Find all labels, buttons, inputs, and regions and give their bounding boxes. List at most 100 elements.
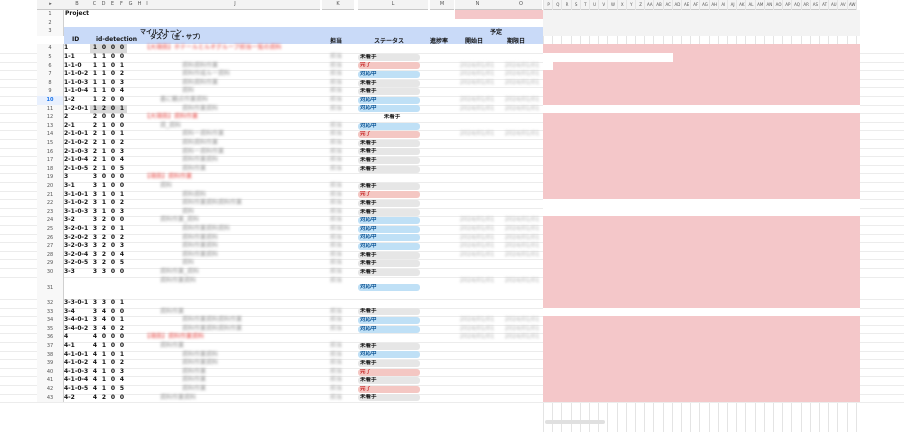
status-dropdown[interactable]: 対応中 (358, 316, 420, 324)
gantt-row[interactable] (543, 164, 860, 174)
column-header-f[interactable]: F (117, 0, 126, 10)
end-date[interactable]: 2024/01/01 (502, 234, 542, 243)
row-number[interactable]: 21 (37, 190, 64, 200)
end-date[interactable]: 2024/01/01 (502, 277, 542, 299)
task-name[interactable] (160, 53, 330, 62)
start-date[interactable]: 2024/01/01 (457, 79, 497, 88)
row-number[interactable]: 26 (37, 233, 64, 243)
row-number[interactable]: 37 (37, 341, 64, 351)
assignee[interactable]: 担当 (322, 70, 350, 79)
end-date[interactable]: 2024/01/01 (502, 105, 542, 114)
assignee[interactable]: 担当 (322, 148, 350, 157)
gantt-row[interactable] (543, 182, 860, 191)
gantt-row[interactable] (543, 130, 860, 139)
assignee[interactable]: 担当 (322, 165, 350, 174)
row-id[interactable]: 4-1-0-4 (64, 376, 88, 385)
id-detection-cell[interactable]: 4 (117, 376, 127, 385)
task-name[interactable]: 【項目】資料作業資料 (144, 333, 319, 342)
end-date[interactable]: 2024/01/01 (502, 333, 542, 342)
id-detection-cell[interactable]: 2 (117, 234, 127, 243)
row-id[interactable]: 4-1-0-5 (64, 385, 88, 394)
row-number[interactable]: 17 (37, 156, 64, 165)
status-dropdown[interactable]: 未着手 (358, 394, 420, 402)
id-detection-cell[interactable]: 5 (117, 165, 127, 174)
assignee[interactable]: 担当 (322, 259, 350, 268)
row-id[interactable]: 1-1-0-4 (64, 87, 88, 96)
row-number[interactable]: 35 (37, 324, 64, 334)
row-id[interactable]: 4-1-0-2 (64, 359, 88, 368)
gantt-row[interactable] (543, 96, 860, 105)
row-id[interactable]: 3-1-0-2 (64, 199, 88, 208)
gantt-row[interactable] (543, 121, 860, 131)
end-date[interactable]: 2024/01/01 (502, 316, 542, 325)
column-header-▸[interactable]: ▸ (37, 0, 64, 10)
gantt-row[interactable] (543, 333, 860, 342)
status-dropdown[interactable]: 対応中 (358, 96, 420, 104)
row-id[interactable]: 3-4-0-2 (64, 325, 88, 334)
end-date[interactable]: 2024/01/01 (502, 325, 542, 334)
assignee[interactable]: 担当 (322, 251, 350, 260)
row-id[interactable]: 3-3 (64, 268, 88, 277)
gantt-row[interactable] (543, 78, 860, 88)
assignee[interactable]: 担当 (322, 182, 350, 191)
row-id[interactable]: 3-2-0-3 (64, 242, 88, 251)
row-number[interactable]: 3 (37, 27, 64, 36)
status-dropdown[interactable]: 未着手 (358, 79, 420, 87)
row-id[interactable]: 3-4-0-1 (64, 316, 88, 325)
id-detection-cell[interactable]: 2 (117, 359, 127, 368)
row-id[interactable]: 2-1-0-1 (64, 130, 88, 139)
status-dropdown[interactable]: 対応中 (358, 122, 420, 130)
task-name[interactable]: 【大項目】ホテールとルオグループ担当一覧の資料 (144, 44, 319, 53)
assignee[interactable]: 担当 (322, 277, 350, 299)
row-number[interactable]: 18 (37, 164, 64, 174)
assignee[interactable]: 担当 (322, 268, 350, 277)
status-dropdown[interactable]: 未着手 (358, 260, 420, 268)
gantt-row[interactable] (543, 350, 860, 360)
horizontal-scrollbar[interactable] (545, 420, 605, 424)
start-date[interactable]: 2024/01/01 (457, 96, 497, 105)
row-id[interactable]: 2 (64, 113, 88, 122)
start-date[interactable]: 2024/01/01 (457, 62, 497, 71)
id-detection-cell[interactable]: 2 (117, 199, 127, 208)
id-detection-cell[interactable]: 1 (117, 299, 127, 308)
start-date[interactable]: 2024/01/01 (457, 325, 497, 334)
gantt-row[interactable] (543, 324, 860, 334)
row-id[interactable]: 1-1-0-2 (64, 70, 88, 79)
row-id[interactable]: 3-2 (64, 216, 88, 225)
row-id[interactable]: 4-2 (64, 394, 88, 403)
task-name[interactable]: 資料作業_資料 (160, 268, 330, 277)
end-date[interactable]: 2024/01/01 (502, 70, 542, 79)
gantt-row[interactable] (543, 298, 860, 308)
id-detection-cell[interactable]: 5 (117, 385, 127, 394)
task-name[interactable]: 基に観点作業資料 (160, 96, 330, 105)
row-id[interactable]: 4-1-0-3 (64, 368, 88, 377)
gantt-row[interactable] (543, 367, 860, 377)
row-number[interactable]: 32 (37, 298, 64, 308)
row-number[interactable]: 34 (37, 316, 64, 325)
gantt-row[interactable] (543, 250, 860, 260)
id-detection-cell[interactable]: 2 (117, 325, 127, 334)
id-detection-cell[interactable]: 1 (117, 316, 127, 325)
row-number[interactable]: 11 (37, 104, 64, 114)
assignee[interactable]: 担当 (322, 308, 350, 317)
column-header-h[interactable]: H (135, 0, 144, 10)
status-dropdown[interactable]: 未着手 (358, 308, 420, 316)
row-id[interactable]: 3-3-0-1 (64, 299, 88, 308)
assignee[interactable]: 担当 (322, 376, 350, 385)
row-number[interactable]: 36 (37, 333, 64, 342)
assignee[interactable]: 担当 (322, 234, 350, 243)
column-header-o[interactable]: O (500, 0, 542, 10)
row-id[interactable]: 3-2-0-5 (64, 259, 88, 268)
gantt-row[interactable] (543, 44, 860, 53)
row-number[interactable]: 8 (37, 78, 64, 88)
id-detection-cell[interactable]: 2 (117, 70, 127, 79)
row-number[interactable]: 42 (37, 384, 64, 394)
assignee[interactable]: 担当 (322, 325, 350, 334)
task-name[interactable]: 資_資料 (160, 122, 330, 131)
row-number[interactable]: 30 (37, 268, 64, 277)
status-dropdown[interactable]: 未着手 (358, 199, 420, 207)
column-header-m[interactable]: M (430, 0, 454, 10)
end-date[interactable]: 2024/01/01 (502, 130, 542, 139)
row-id[interactable]: 1-1-0-3 (64, 79, 88, 88)
row-id[interactable]: 3-4 (64, 308, 88, 317)
